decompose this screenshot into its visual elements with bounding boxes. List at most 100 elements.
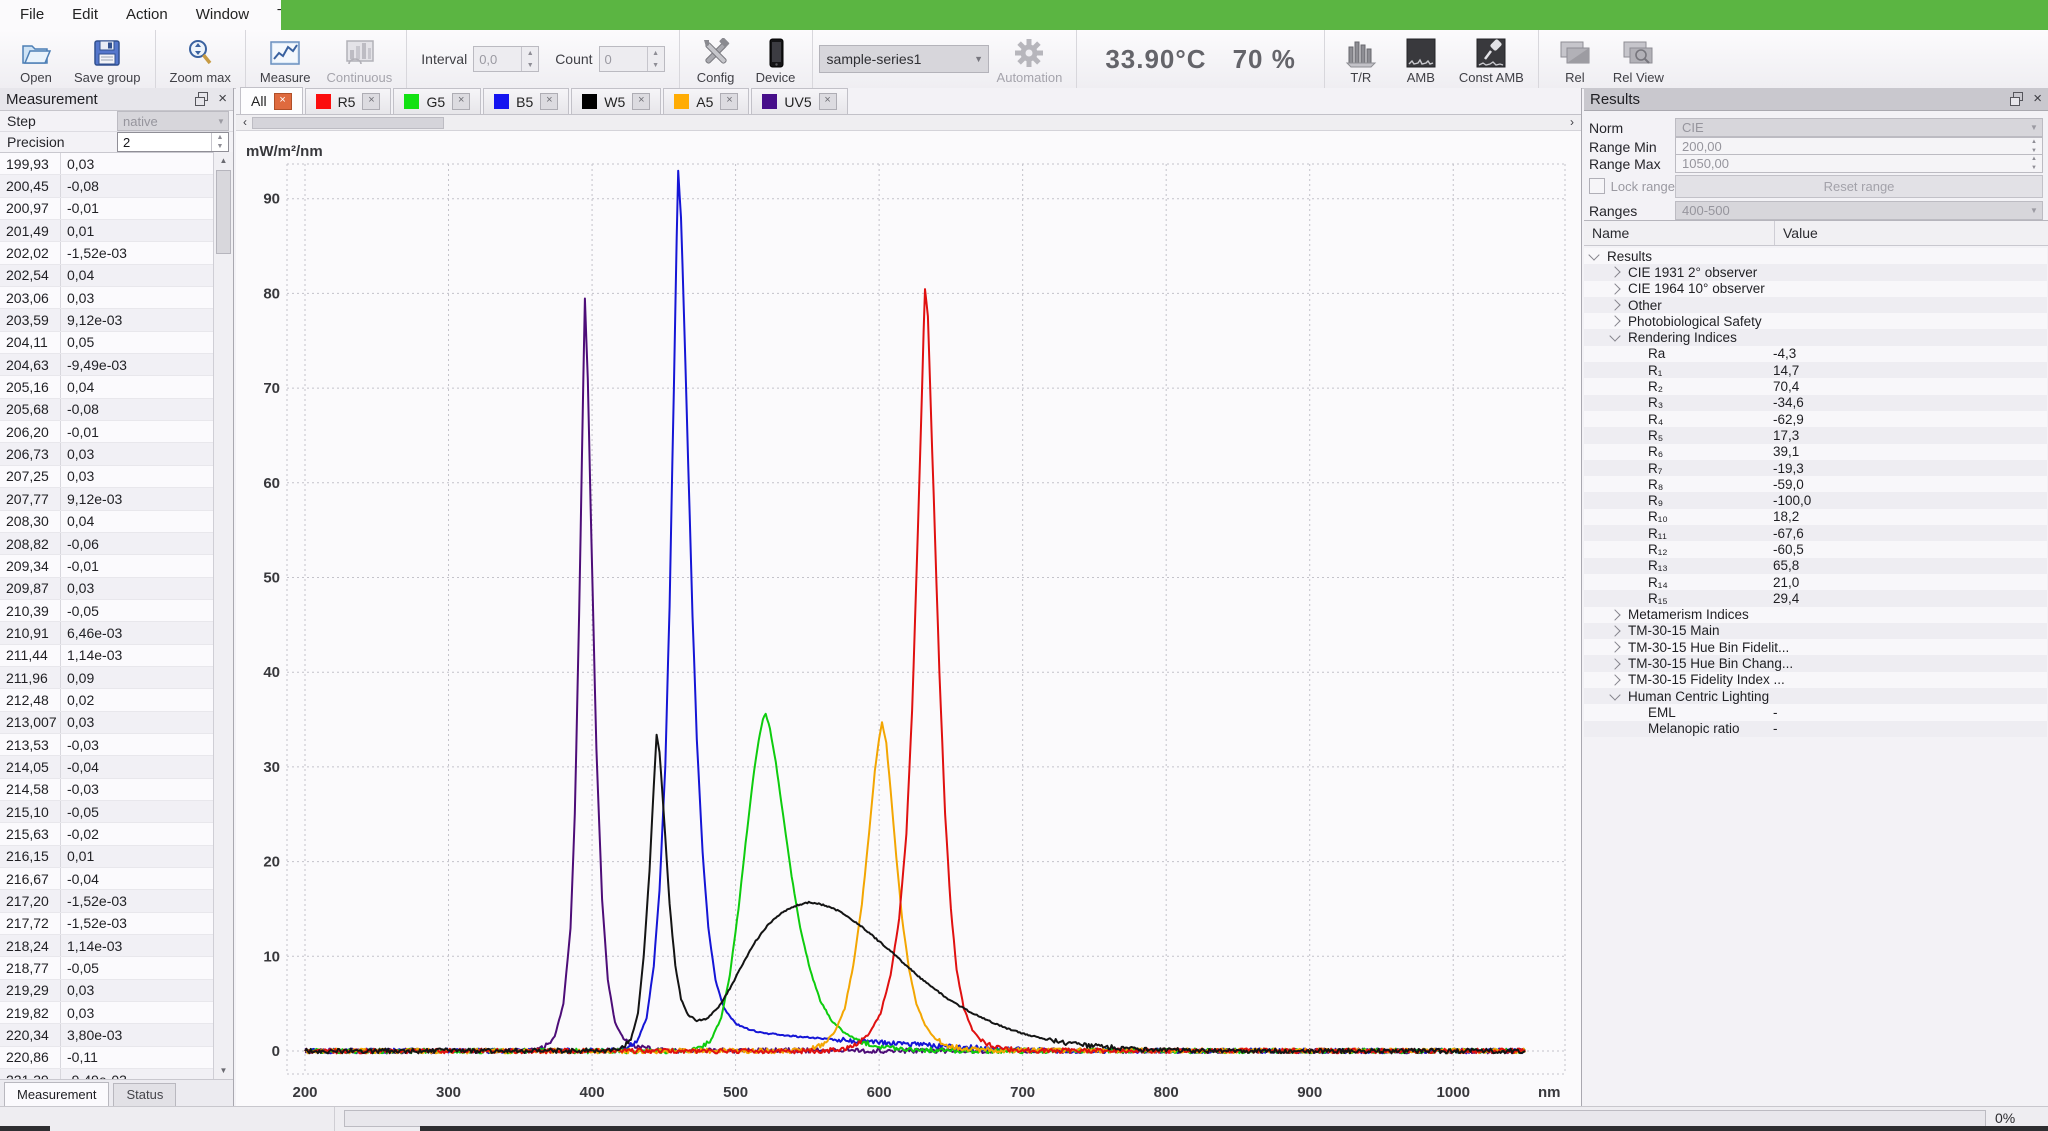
scroll-down-icon[interactable]: ▼ — [215, 1063, 232, 1079]
menu-item-file[interactable]: File — [6, 0, 58, 30]
tree-row[interactable]: Results — [1584, 248, 2047, 264]
save-group-button[interactable]: Save group — [66, 30, 149, 88]
tree-row[interactable]: R₃-34,6 — [1584, 395, 2047, 411]
tree-row[interactable]: Metamerism Indices — [1584, 607, 2047, 623]
menu-item-edit[interactable]: Edit — [58, 0, 112, 30]
chart-tab-uv5[interactable]: UV5× — [751, 88, 847, 114]
tree-row[interactable]: R₁₂-60,5 — [1584, 541, 2047, 557]
automation-button[interactable]: Automation — [989, 30, 1071, 88]
tree-row[interactable]: Other — [1584, 297, 2047, 313]
close-panel-icon[interactable]: × — [218, 92, 227, 106]
table-row[interactable]: 213,53-0,03 — [0, 734, 214, 756]
tree-row[interactable]: Ra-4,3 — [1584, 346, 2047, 362]
table-row[interactable]: 206,730,03 — [0, 443, 214, 465]
close-tab-icon[interactable]: × — [452, 93, 470, 110]
close-tab-icon[interactable]: × — [540, 93, 558, 110]
precision-input[interactable]: 2 ▲▼ — [117, 132, 229, 152]
table-row[interactable]: 203,060,03 — [0, 287, 214, 309]
table-row[interactable]: 205,68-0,08 — [0, 399, 214, 421]
table-row[interactable]: 217,72-1,52e-03 — [0, 913, 214, 935]
rel-view-button[interactable]: Rel View — [1605, 30, 1672, 88]
chart-tab-r5[interactable]: R5× — [305, 88, 392, 114]
table-row[interactable]: 211,441,14e-03 — [0, 645, 214, 667]
measure-button[interactable]: Measure — [252, 30, 319, 88]
chart-tab-w5[interactable]: W5× — [571, 88, 661, 114]
table-row[interactable]: 211,960,09 — [0, 667, 214, 689]
reset-range-button[interactable]: Reset range — [1675, 175, 2043, 198]
table-row[interactable]: 199,930,03 — [0, 153, 214, 175]
table-row[interactable]: 214,58-0,03 — [0, 779, 214, 801]
measurement-table-scrollbar[interactable]: ▲ ▼ — [213, 152, 233, 1080]
close-panel-icon[interactable]: × — [2033, 92, 2042, 106]
tree-row[interactable]: Melanopic ratio- — [1584, 721, 2047, 737]
table-row[interactable]: 202,540,04 — [0, 265, 214, 287]
table-row[interactable]: 204,110,05 — [0, 332, 214, 354]
chart-tab-g5[interactable]: G5× — [393, 88, 481, 114]
tree-row[interactable]: R₁₅29,4 — [1584, 590, 2047, 606]
tree-row[interactable]: TM-30-15 Hue Bin Chang... — [1584, 655, 2047, 671]
tree-row[interactable]: R₇-19,3 — [1584, 460, 2047, 476]
chevron-right-icon[interactable] — [1609, 267, 1620, 278]
table-row[interactable]: 209,870,03 — [0, 578, 214, 600]
close-tab-icon[interactable]: × — [274, 93, 292, 110]
chevron-right-icon[interactable] — [1609, 625, 1620, 636]
series-dropdown[interactable]: sample-series1 ▼ — [819, 45, 989, 73]
table-row[interactable]: 200,45-0,08 — [0, 175, 214, 197]
scroll-right-icon[interactable]: › — [1565, 115, 1579, 129]
config-button[interactable]: Config — [686, 30, 746, 88]
table-row[interactable]: 201,490,01 — [0, 220, 214, 242]
chevron-right-icon[interactable] — [1609, 299, 1620, 310]
tab-measurement[interactable]: Measurement — [4, 1082, 109, 1106]
table-row[interactable]: 212,480,02 — [0, 689, 214, 711]
table-row[interactable]: 218,241,14e-03 — [0, 935, 214, 957]
open-button[interactable]: Open — [6, 30, 66, 88]
tree-row[interactable]: R₂70,4 — [1584, 378, 2047, 394]
table-row[interactable]: 202,02-1,52e-03 — [0, 242, 214, 264]
chevron-right-icon[interactable] — [1609, 316, 1620, 327]
device-button[interactable]: Device — [746, 30, 806, 88]
tree-row[interactable]: R₉-100,0 — [1584, 492, 2047, 508]
close-tab-icon[interactable]: × — [720, 93, 738, 110]
tree-row[interactable]: R₁14,7 — [1584, 362, 2047, 378]
tree-row[interactable]: TM-30-15 Hue Bin Fidelit... — [1584, 639, 2047, 655]
close-tab-icon[interactable]: × — [632, 93, 650, 110]
table-row[interactable]: 220,343,80e-03 — [0, 1024, 214, 1046]
table-row[interactable]: 203,599,12e-03 — [0, 309, 214, 331]
tr-button[interactable]: T/R — [1331, 30, 1391, 88]
menu-item-window[interactable]: Window — [182, 0, 263, 30]
tree-row[interactable]: R₆39,1 — [1584, 444, 2047, 460]
ranges-dropdown[interactable]: 400-500 ▼ — [1675, 201, 2043, 220]
chevron-right-icon[interactable] — [1609, 674, 1620, 685]
tree-row[interactable]: Human Centric Lighting — [1584, 688, 2047, 704]
chart-tab-a5[interactable]: A5× — [663, 88, 749, 114]
continuous-button[interactable]: Continuous — [318, 30, 400, 88]
chevron-right-icon[interactable] — [1609, 658, 1620, 669]
tree-row[interactable]: R₁₃65,8 — [1584, 558, 2047, 574]
tree-row[interactable]: R₄-62,9 — [1584, 411, 2047, 427]
table-row[interactable]: 217,20-1,52e-03 — [0, 890, 214, 912]
interval-input[interactable]: 0,0 ▲▼ — [473, 46, 539, 72]
tree-row[interactable]: EML- — [1584, 704, 2047, 720]
table-row[interactable]: 216,150,01 — [0, 846, 214, 868]
table-row[interactable]: 219,820,03 — [0, 1002, 214, 1024]
chart-tab-b5[interactable]: B5× — [483, 88, 569, 114]
table-row[interactable]: 207,250,03 — [0, 466, 214, 488]
spectrum-chart[interactable]: 2003004005006007008009001000010203040506… — [236, 131, 1581, 1106]
chevron-right-icon[interactable] — [1609, 642, 1620, 653]
table-row[interactable]: 209,34-0,01 — [0, 555, 214, 577]
table-row[interactable]: 214,05-0,04 — [0, 756, 214, 778]
tree-row[interactable]: R₅17,3 — [1584, 427, 2047, 443]
float-panel-icon[interactable] — [2009, 92, 2025, 106]
precision-spinner[interactable]: ▲▼ — [211, 133, 228, 151]
menu-item-action[interactable]: Action — [112, 0, 182, 30]
chevron-right-icon[interactable] — [1609, 609, 1620, 620]
table-row[interactable]: 219,290,03 — [0, 980, 214, 1002]
const-amb-button[interactable]: Const AMB — [1451, 30, 1532, 88]
chevron-down-icon[interactable] — [1609, 330, 1620, 341]
table-row[interactable]: 208,82-0,06 — [0, 533, 214, 555]
lock-range-checkbox[interactable] — [1589, 178, 1605, 194]
scrollbar-thumb[interactable] — [216, 170, 231, 254]
table-row[interactable]: 204,63-9,49e-03 — [0, 354, 214, 376]
table-row[interactable]: 207,779,12e-03 — [0, 488, 214, 510]
tab-status[interactable]: Status — [113, 1083, 176, 1106]
